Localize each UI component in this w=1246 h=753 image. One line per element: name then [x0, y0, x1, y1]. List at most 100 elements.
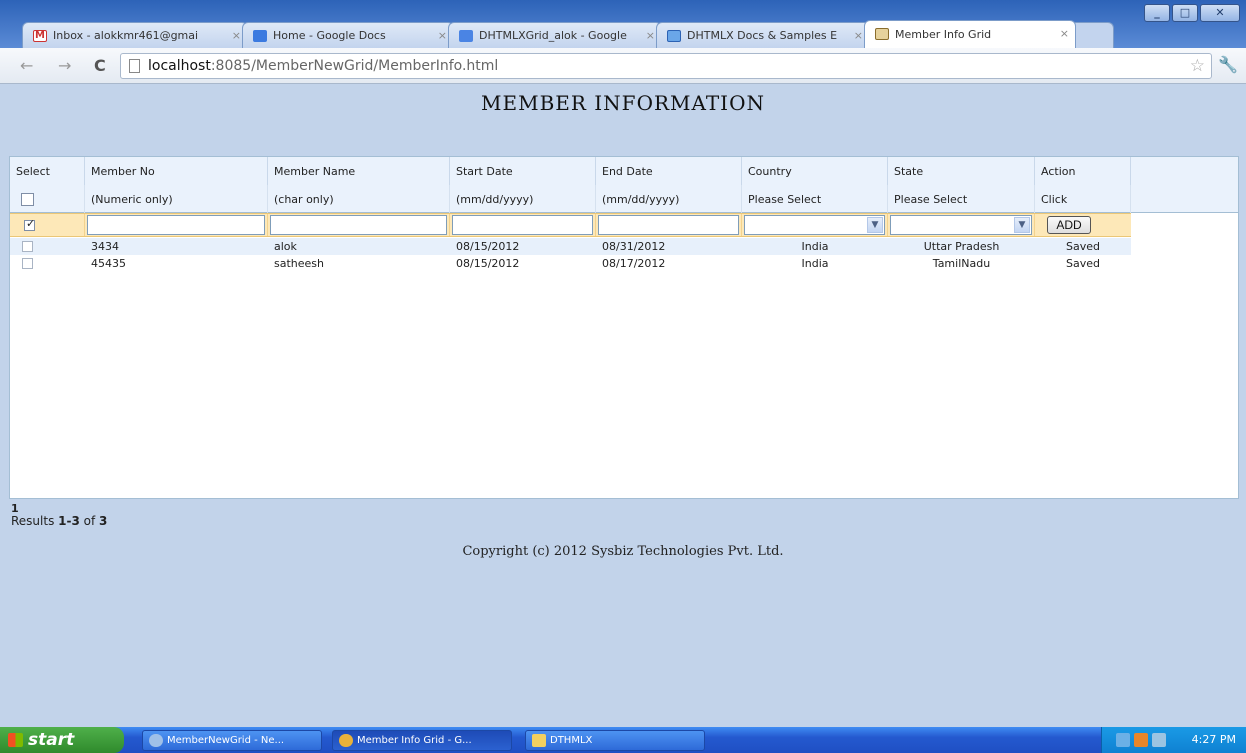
action-cell: ADD	[1035, 214, 1131, 236]
col-header-state[interactable]: State	[888, 157, 1035, 185]
add-row-checkbox[interactable]	[24, 217, 35, 231]
close-icon[interactable]: ×	[438, 29, 447, 42]
select-all-cell	[10, 185, 85, 213]
member-name-input[interactable]	[270, 215, 447, 235]
table-row[interactable]: 3434 alok 08/15/2012 08/31/2012 India Ut…	[10, 238, 1131, 255]
tab-member-info-grid[interactable]: Member Info Grid ×	[864, 20, 1076, 48]
taskbar-item-member-info-grid[interactable]: Member Info Grid - G...	[332, 730, 512, 751]
member-name-value: satheesh	[274, 257, 324, 270]
chevron-down-icon[interactable]: ▼	[1014, 217, 1030, 233]
add-button[interactable]: ADD	[1047, 216, 1091, 234]
start-button[interactable]: start	[0, 727, 124, 753]
col-header-member-name[interactable]: Member Name	[268, 157, 450, 185]
new-tab-button[interactable]	[1070, 22, 1114, 48]
wrench-menu-icon[interactable]: 🔧	[1218, 55, 1238, 74]
select-all-checkbox[interactable]	[21, 192, 34, 206]
results-range: 1-3	[58, 514, 80, 528]
reload-icon[interactable]: C	[94, 56, 106, 75]
row-select-cell	[10, 238, 85, 255]
hint-start-date: (mm/dd/yyyy)	[450, 185, 596, 213]
url-host: localhost	[148, 58, 211, 74]
close-icon[interactable]: ×	[1060, 27, 1069, 40]
header-row: Select Member No Member Name Start Date …	[10, 157, 1131, 185]
folder-icon	[532, 734, 546, 747]
end-date-cell	[596, 214, 742, 236]
system-tray: 4:27 PM	[1101, 727, 1246, 753]
page-favicon-icon	[875, 28, 889, 40]
network-icon[interactable]	[1116, 733, 1130, 747]
hint-member-no: (Numeric only)	[85, 185, 268, 213]
member-no-value: 45435	[91, 257, 126, 270]
end-date-value: 08/31/2012	[602, 240, 666, 253]
dhtmlx-icon	[667, 30, 681, 42]
chevron-down-icon[interactable]: ▼	[867, 217, 883, 233]
browser-titlebar: M Inbox - alokkmr461@gmai × Home - Googl…	[0, 0, 1246, 48]
end-date-input[interactable]	[598, 215, 739, 235]
bookmark-star-icon[interactable]: ☆	[1190, 56, 1205, 76]
tab-dhtmlx-docs[interactable]: DHTMLX Docs & Samples E ×	[656, 22, 870, 48]
gmail-icon: M	[33, 30, 47, 42]
back-icon[interactable]: ←	[20, 56, 33, 75]
close-window-button[interactable]: ✕	[1200, 4, 1240, 22]
member-no-cell	[85, 214, 268, 236]
docs-doc-icon	[459, 30, 473, 42]
state-value: Uttar Pradesh	[923, 240, 1000, 253]
start-label: start	[28, 730, 75, 750]
start-date-cell	[450, 214, 596, 236]
taskbar-item-dthmlx[interactable]: DTHMLX	[525, 730, 705, 751]
header-hint-row: (Numeric only) (char only) (mm/dd/yyyy) …	[10, 185, 1131, 213]
start-date-input[interactable]	[452, 215, 593, 235]
minimize-button[interactable]: _	[1144, 4, 1170, 22]
row-select-cell	[10, 255, 85, 272]
tab-label: Home - Google Docs	[273, 29, 386, 42]
close-icon[interactable]: ×	[646, 29, 655, 42]
security-icon[interactable]	[1134, 733, 1148, 747]
country-value: India	[801, 240, 829, 253]
tray-app-icon[interactable]	[1152, 733, 1166, 747]
add-row-select-cell	[10, 214, 85, 236]
close-icon[interactable]: ×	[232, 29, 241, 42]
docs-home-icon	[253, 30, 267, 42]
pager-results: Results 1-3 of 3	[11, 514, 107, 528]
col-header-member-no[interactable]: Member No	[85, 157, 268, 185]
close-icon[interactable]: ×	[854, 29, 863, 42]
col-header-action[interactable]: Action	[1035, 157, 1131, 185]
tab-dhtmlxgrid-doc[interactable]: DHTMLXGrid_alok - Google ×	[448, 22, 662, 48]
table-row[interactable]: 45435 satheesh 08/15/2012 08/17/2012 Ind…	[10, 255, 1131, 272]
member-no-input[interactable]	[87, 215, 265, 235]
tab-docs-home[interactable]: Home - Google Docs ×	[242, 22, 454, 48]
task-label: DTHMLX	[550, 735, 593, 746]
ide-icon	[149, 734, 163, 747]
hint-member-name: (char only)	[268, 185, 450, 213]
page-content: MEMBER INFORMATION Select Member No Memb…	[0, 85, 1246, 727]
row-checkbox[interactable]	[22, 241, 33, 252]
col-header-country[interactable]: Country	[742, 157, 888, 185]
maximize-button[interactable]: □	[1172, 4, 1198, 22]
row-checkbox[interactable]	[22, 258, 33, 269]
col-header-end-date[interactable]: End Date	[596, 157, 742, 185]
taskbar-item-membernewgrid[interactable]: MemberNewGrid - Ne...	[142, 730, 322, 751]
start-date-value: 08/15/2012	[456, 257, 520, 270]
task-label: MemberNewGrid - Ne...	[167, 735, 285, 746]
country-cell: ▼	[742, 214, 888, 236]
hint-end-date: (mm/dd/yyyy)	[596, 185, 742, 213]
tab-inbox[interactable]: M Inbox - alokkmr461@gmai ×	[22, 22, 248, 48]
col-header-start-date[interactable]: Start Date	[450, 157, 596, 185]
address-bar[interactable]: localhost:8085/MemberNewGrid/MemberInfo.…	[120, 53, 1212, 79]
forward-icon[interactable]: →	[58, 56, 71, 75]
page-title: MEMBER INFORMATION	[481, 91, 765, 115]
hint-country: Please Select	[742, 185, 888, 213]
tab-label: DHTMLX Docs & Samples E	[687, 29, 838, 42]
country-select[interactable]: ▼	[744, 215, 885, 235]
task-label: Member Info Grid - G...	[357, 735, 472, 746]
results-total: 3	[99, 514, 108, 528]
col-header-select[interactable]: Select	[10, 157, 85, 185]
state-select[interactable]: ▼	[890, 215, 1032, 235]
clock[interactable]: 4:27 PM	[1192, 733, 1236, 746]
url-text: localhost:8085/MemberNewGrid/MemberInfo.…	[148, 58, 498, 74]
url-path: :8085/MemberNewGrid/MemberInfo.html	[210, 58, 499, 74]
chrome-icon	[339, 734, 353, 747]
results-of: of	[79, 514, 100, 528]
hint-state: Please Select	[888, 185, 1035, 213]
end-date-value: 08/17/2012	[602, 257, 666, 270]
